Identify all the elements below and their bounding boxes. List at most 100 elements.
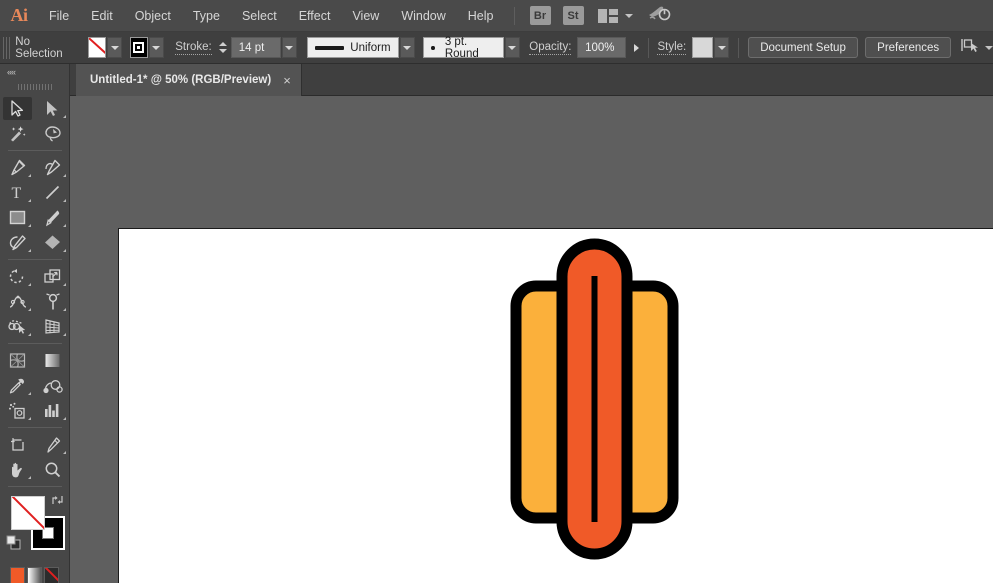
menu-item-edit[interactable]: Edit xyxy=(80,0,124,32)
tool-flyout-indicator-icon xyxy=(63,283,66,286)
menu-item-effect[interactable]: Effect xyxy=(288,0,342,32)
stroke-profile-select[interactable]: Uniform xyxy=(307,37,399,58)
stroke-profile-dropdown-button[interactable] xyxy=(400,37,415,58)
menu-item-type[interactable]: Type xyxy=(182,0,231,32)
gradient-tool[interactable] xyxy=(35,348,70,373)
menu-item-view[interactable]: View xyxy=(341,0,390,32)
rectangle-tool[interactable] xyxy=(0,205,35,230)
swap-fill-stroke-icon[interactable] xyxy=(51,493,65,507)
rotate-tool[interactable] xyxy=(0,264,35,289)
eyedropper-tool[interactable] xyxy=(0,373,35,398)
round-brush-icon xyxy=(431,46,434,50)
menu-item-window[interactable]: Window xyxy=(390,0,456,32)
app-logo-icon: Ai xyxy=(0,0,38,32)
tool-flyout-indicator-icon xyxy=(28,174,31,177)
tool-flyout-indicator-icon xyxy=(28,333,31,336)
gradient-mode-button[interactable] xyxy=(27,567,42,583)
scale-tool[interactable] xyxy=(35,264,70,289)
stroke-weight-label[interactable]: Stroke: xyxy=(175,41,211,55)
tool-divider-4 xyxy=(8,427,62,428)
menu-item-object[interactable]: Object xyxy=(124,0,182,32)
color-mode-button[interactable] xyxy=(10,567,25,583)
hand-tool[interactable] xyxy=(0,457,35,482)
stroke-weight-stepper[interactable] xyxy=(218,37,229,58)
tool-flyout-indicator-icon xyxy=(28,224,31,227)
tool-flyout-indicator-icon xyxy=(63,224,66,227)
lasso-tool[interactable] xyxy=(35,121,70,146)
artboard-tool[interactable] xyxy=(0,432,35,457)
menu-item-select[interactable]: Select xyxy=(231,0,288,32)
eraser-tool[interactable] xyxy=(35,230,70,255)
stroke-weight-dropdown-button[interactable] xyxy=(282,37,297,58)
canvas-area[interactable]: n.com xyxy=(70,96,993,583)
paintbrush-tool[interactable] xyxy=(35,205,70,230)
opacity-input[interactable]: 100% xyxy=(577,37,626,58)
perspective-grid-tool[interactable] xyxy=(35,314,70,339)
chevron-down-icon xyxy=(403,46,411,50)
slice-tool[interactable] xyxy=(35,432,70,457)
control-bar-grip[interactable] xyxy=(3,37,10,59)
color-mode-row xyxy=(10,567,59,583)
stroke-color-swatch[interactable] xyxy=(130,37,148,58)
style-label[interactable]: Style: xyxy=(657,41,686,55)
fill-dropdown-button[interactable] xyxy=(107,37,122,58)
control-bar: No Selection Stroke: 14 pt xyxy=(0,32,993,64)
chevron-down-icon xyxy=(285,46,293,50)
selection-tool[interactable] xyxy=(0,96,35,121)
fill-swatch-none[interactable] xyxy=(11,496,45,530)
hot-dog-illustration[interactable] xyxy=(499,229,729,583)
menu-item-help[interactable]: Help xyxy=(457,0,505,32)
line-segment-tool[interactable] xyxy=(35,180,70,205)
workspace-switcher-button[interactable] xyxy=(598,9,633,23)
opacity-label[interactable]: Opacity: xyxy=(529,41,571,55)
rocket-power-icon[interactable] xyxy=(647,4,671,27)
graphic-style-dropdown-button[interactable] xyxy=(714,37,729,58)
menu-item-file[interactable]: File xyxy=(38,0,80,32)
symbol-sprayer-tool[interactable] xyxy=(0,398,35,423)
column-graph-tool[interactable] xyxy=(35,398,70,423)
uniform-profile-icon xyxy=(315,46,345,50)
stroke-profile-value: Uniform xyxy=(350,42,390,54)
pen-tool[interactable] xyxy=(0,155,35,180)
opacity-expand-icon[interactable] xyxy=(634,44,639,52)
illustrator-window: Ai File Edit Object Type Select Effect V… xyxy=(0,0,993,583)
stroke-weight-input[interactable]: 14 pt xyxy=(231,37,281,58)
tool-panel-grip[interactable] xyxy=(16,80,53,94)
menubar-divider xyxy=(514,7,515,25)
curvature-tool[interactable] xyxy=(35,155,70,180)
artboard[interactable]: n.com xyxy=(118,228,993,583)
collapse-panel-button[interactable]: «« xyxy=(0,64,69,80)
brush-definition-dropdown-button[interactable] xyxy=(505,37,520,58)
align-dropdown-chevron-icon[interactable] xyxy=(985,46,993,50)
bridge-button[interactable]: Br xyxy=(530,6,551,25)
chevron-down-icon xyxy=(508,46,516,50)
blend-tool[interactable] xyxy=(35,373,70,398)
stroke-dropdown-button[interactable] xyxy=(149,37,164,58)
tool-divider-1 xyxy=(8,150,62,151)
brush-definition-select[interactable]: 3 pt. Round xyxy=(423,37,503,58)
close-icon[interactable]: × xyxy=(283,74,291,87)
align-objects-icon[interactable] xyxy=(960,37,980,58)
direct-selection-tool[interactable] xyxy=(35,96,70,121)
fill-color-swatch[interactable] xyxy=(88,37,106,58)
none-mode-button[interactable] xyxy=(44,567,59,583)
fill-stroke-cluster xyxy=(0,491,70,565)
menu-bar: Ai File Edit Object Type Select Effect V… xyxy=(0,0,993,32)
none-slash-icon xyxy=(11,496,45,530)
zoom-tool[interactable] xyxy=(35,457,70,482)
type-tool[interactable]: T xyxy=(0,180,35,205)
preferences-button[interactable]: Preferences xyxy=(865,37,951,58)
adobe-stock-button[interactable]: St xyxy=(563,6,584,25)
width-tool[interactable] xyxy=(0,289,35,314)
document-setup-button[interactable]: Document Setup xyxy=(748,37,858,58)
default-fill-stroke-icon[interactable] xyxy=(6,535,22,551)
shape-builder-tool[interactable] xyxy=(0,314,35,339)
tool-divider-5 xyxy=(8,486,62,487)
magic-wand-tool[interactable] xyxy=(0,121,35,146)
document-tab[interactable]: Untitled-1* @ 50% (RGB/Preview) × xyxy=(76,64,302,96)
graphic-style-swatch[interactable] xyxy=(692,37,713,58)
free-transform-tool[interactable] xyxy=(35,289,70,314)
mesh-tool[interactable] xyxy=(0,348,35,373)
tool-flyout-indicator-icon xyxy=(63,451,66,454)
shaper-pencil-tool[interactable] xyxy=(0,230,35,255)
